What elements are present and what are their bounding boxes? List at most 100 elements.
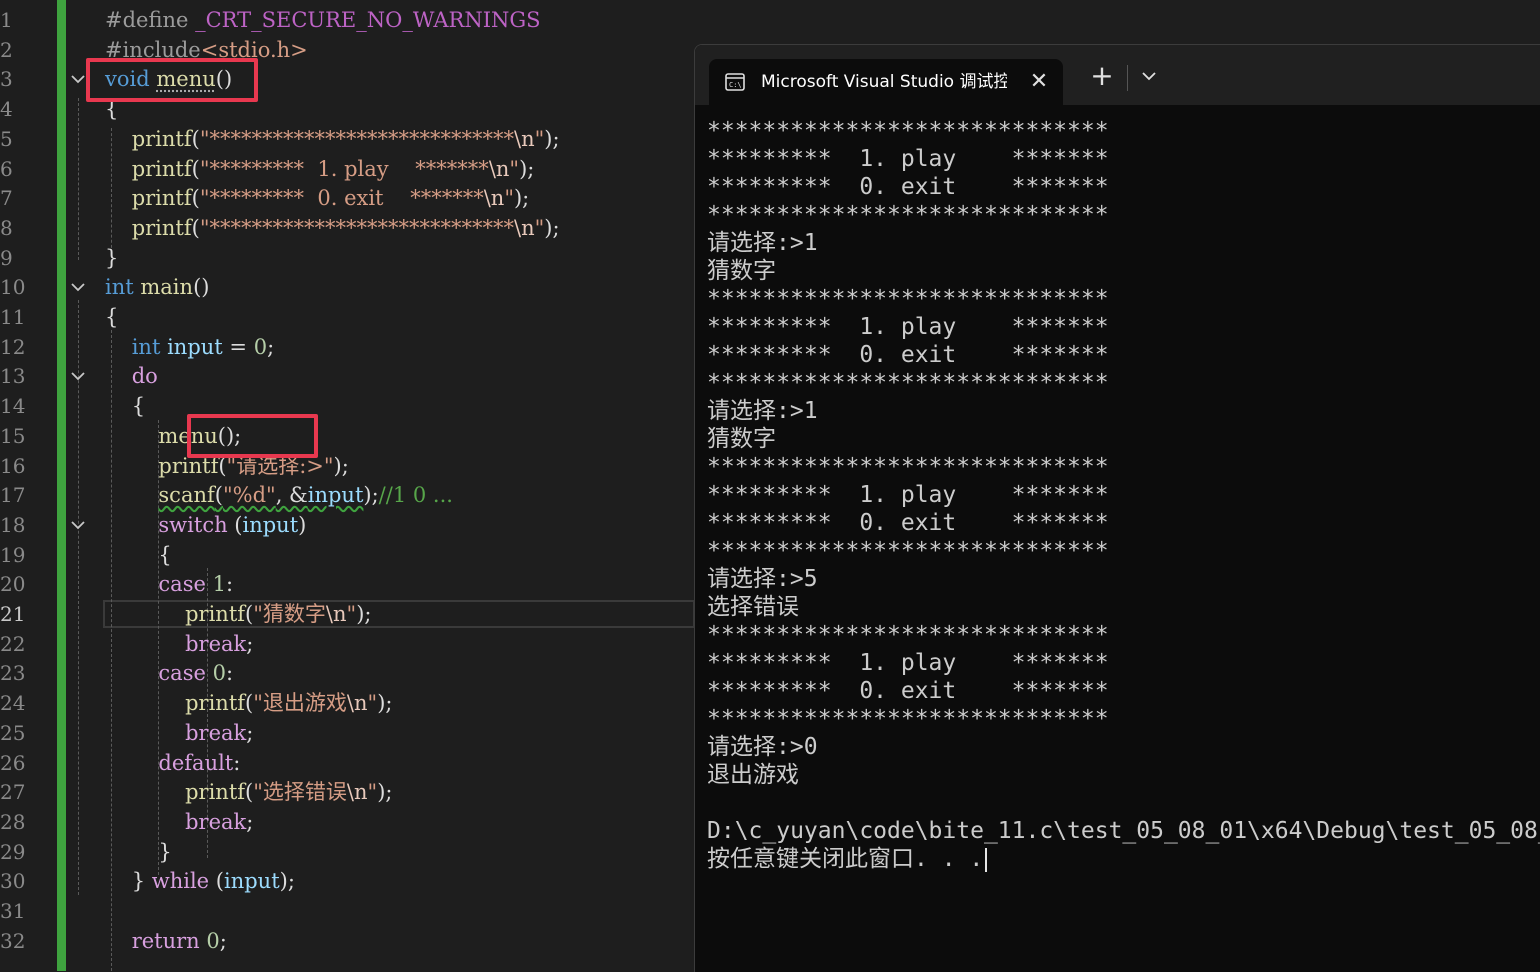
terminal-line-text: ***************************** (707, 202, 1109, 228)
code-token: ; (267, 334, 275, 359)
code-token: printf (131, 156, 192, 181)
code-line: printf("********* 1. play *******\n"); (105, 154, 535, 184)
code-token: ); (377, 691, 393, 716)
terminal-line: ***************************** (707, 705, 1537, 733)
terminal-line: 请选择:>1 (707, 229, 1537, 257)
line-number: 8 (0, 215, 13, 240)
code-line: case 1: (105, 569, 233, 599)
code-token: ; (246, 720, 254, 745)
close-icon[interactable]: ✕ (1027, 70, 1051, 94)
code-token: \n (346, 780, 368, 805)
code-token: ; (246, 809, 254, 834)
terminal-line-text: ********* 1. play ******* (707, 482, 1109, 508)
tab-divider (1127, 65, 1128, 91)
fold-chevron-icon[interactable] (69, 70, 87, 88)
line-number: 29 (0, 839, 26, 864)
line-number: 19 (0, 542, 26, 567)
code-token: switch (158, 512, 228, 537)
debug-console-window[interactable]: C:\ Microsoft Visual Studio 调试控制台 ✕ + **… (694, 44, 1540, 972)
terminal-line: ********* 0. exit ******* (707, 509, 1537, 537)
line-number: 14 (0, 394, 26, 419)
terminal-line-text: ***************************** (707, 370, 1109, 396)
code-token: return (131, 928, 200, 953)
terminal-line: ********* 1. play ******* (707, 145, 1537, 173)
code-line: switch (input) (105, 510, 306, 540)
highlight-box-menu-call (187, 414, 318, 458)
terminal-line-text: ********* 0. exit ******* (707, 174, 1109, 200)
terminal-line: ***************************** (707, 285, 1537, 313)
code-token: : (233, 750, 241, 775)
terminal-tab[interactable]: C:\ Microsoft Visual Studio 调试控制台 ✕ (709, 59, 1063, 105)
code-token: do (131, 364, 158, 389)
code-token: printf (185, 602, 246, 626)
code-token: "选择错误 (253, 780, 347, 805)
code-token: ( (227, 512, 243, 537)
code-token: scanf (158, 483, 215, 508)
code-token: break (185, 809, 247, 834)
fold-region-line (78, 300, 79, 895)
code-token: \n (514, 126, 535, 151)
code-token: main (140, 275, 194, 300)
terminal-line-text: ********* 0. exit ******* (707, 510, 1109, 536)
chevron-down-icon[interactable] (1135, 61, 1163, 91)
code-token: } (105, 839, 172, 864)
code-token: " (367, 780, 378, 805)
code-token: } (105, 245, 119, 270)
terminal-tab-bar: C:\ Microsoft Visual Studio 调试控制台 ✕ + (695, 45, 1540, 105)
terminal-line: ********* 1. play ******* (707, 481, 1537, 509)
code-line: { (105, 302, 118, 332)
text-cursor (985, 847, 988, 872)
terminal-line: 请选择:>5 (707, 565, 1537, 593)
code-token: ( (214, 483, 223, 508)
line-number: 22 (0, 631, 26, 656)
terminal-line-text: 请选择:>1 (707, 398, 818, 424)
terminal-line-text: ***************************** (707, 622, 1109, 648)
terminal-line-text: ***************************** (707, 538, 1109, 564)
code-token: \n (488, 156, 510, 181)
fold-chevron-icon[interactable] (69, 367, 87, 385)
terminal-line: ***************************** (707, 201, 1537, 229)
line-number: 28 (0, 809, 26, 834)
terminal-line: 按任意键关闭此窗口. . . (707, 845, 1537, 873)
code-token: () (193, 275, 210, 300)
terminal-line-text: 请选择:>5 (707, 566, 818, 592)
code-token: ( (191, 186, 200, 211)
code-token: break (185, 631, 247, 656)
line-number: 23 (0, 661, 26, 686)
code-line: break; (105, 629, 253, 659)
line-number: 1 (0, 8, 13, 32)
code-token: case (158, 661, 206, 686)
line-number: 3 (0, 67, 13, 92)
svg-text:C:\: C:\ (729, 81, 742, 89)
code-token: input (242, 512, 299, 537)
fold-chevron-icon[interactable] (69, 516, 87, 534)
terminal-output[interactable]: ***************************** ********* 1… (707, 117, 1540, 873)
code-token: \n (483, 186, 505, 211)
code-token: ); (513, 186, 530, 211)
code-token: input (307, 483, 364, 508)
new-tab-button[interactable]: + (1087, 61, 1117, 91)
code-token: "***************************** (199, 215, 515, 240)
code-token: ; (219, 928, 227, 953)
code-line: int input = 0; (105, 332, 274, 362)
code-line: } (105, 837, 172, 867)
code-token: , & (275, 483, 308, 508)
line-number: 25 (0, 720, 26, 745)
terminal-line: ********* 0. exit ******* (707, 677, 1537, 705)
code-token: " (534, 215, 545, 240)
code-token: printf (131, 215, 192, 240)
terminal-line: ********* 0. exit ******* (707, 341, 1537, 369)
code-token: int (131, 334, 161, 359)
terminal-line-text: ***************************** (707, 454, 1109, 480)
terminal-line-text: 按任意键关闭此窗口. . . (707, 846, 984, 872)
fold-chevron-icon[interactable] (69, 278, 87, 296)
